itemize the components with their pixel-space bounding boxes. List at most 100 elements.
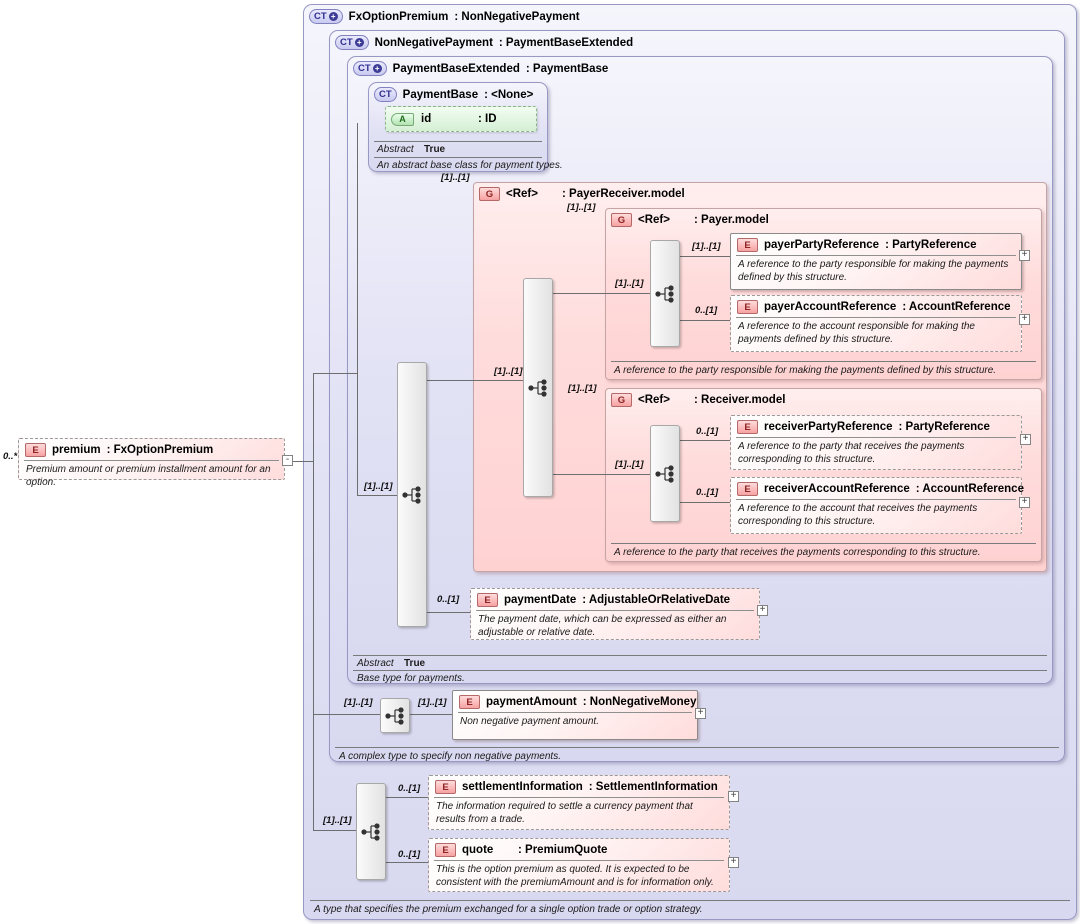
derived-icon: + (373, 64, 382, 73)
collapse-button[interactable]: - (282, 455, 293, 466)
expand-button[interactable]: + (757, 605, 768, 616)
footer-divider (353, 670, 1047, 671)
group-annotation: A reference to the party that receives t… (614, 547, 980, 558)
connector-line (551, 474, 650, 475)
element-name: quote (462, 844, 512, 856)
element-description: Premium amount or premium installment am… (26, 464, 277, 489)
connector-line (425, 380, 523, 381)
sequence-icon (655, 465, 675, 483)
sequence-indicator (380, 698, 410, 733)
type-name: PaymentBase (403, 89, 478, 101)
element-name: payerAccountReference (764, 301, 896, 313)
cardinality-label: [1]..[1] (692, 241, 721, 252)
sequence-icon (655, 285, 675, 303)
derived-icon: + (355, 38, 364, 47)
element-description: A reference to the account that receives… (738, 503, 1014, 528)
group-annotation: A reference to the party responsible for… (614, 365, 996, 376)
element-badge: E (477, 593, 498, 607)
cardinality-label: [1]..[1] (441, 172, 470, 183)
header-divider (434, 860, 724, 861)
footer-divider (611, 361, 1036, 362)
element-badge: E (737, 482, 758, 496)
cardinality-label: [1]..[1] (494, 366, 523, 377)
type-base: : PaymentBase (526, 63, 608, 75)
connector-line (678, 440, 730, 441)
header-divider (736, 499, 1016, 500)
complextype-badge: CT+ (335, 35, 369, 50)
element-description: Non negative payment amount. (460, 716, 690, 729)
header-divider (24, 460, 279, 461)
connector-line (384, 797, 428, 798)
element-type: : AccountReference (916, 483, 1024, 495)
element-description: This is the option premium as quoted. It… (436, 864, 722, 889)
group-badge: G (611, 213, 632, 227)
sequence-icon (361, 823, 381, 841)
expand-button[interactable]: + (1020, 434, 1031, 445)
element-premium: E premium : FxOptionPremium Premium amou… (18, 438, 285, 480)
connector-line (551, 293, 650, 294)
footer-divider (611, 543, 1036, 544)
element-name: premium (52, 444, 101, 456)
type-annotation: A complex type to specify non negative p… (339, 751, 561, 762)
cardinality-label: [1]..[1] (418, 697, 447, 708)
expand-button[interactable]: + (1019, 497, 1030, 508)
connector-line (678, 320, 730, 321)
expand-button[interactable]: + (1019, 250, 1030, 261)
element-type: : PartyReference (885, 239, 976, 251)
expand-button[interactable]: + (728, 857, 739, 868)
type-base: : PaymentBaseExtended (499, 37, 633, 49)
header-divider (434, 797, 724, 798)
connector-line (292, 461, 314, 462)
header-divider (458, 712, 692, 713)
header-divider (736, 437, 1016, 438)
element-description: The payment date, which can be expressed… (478, 614, 752, 639)
group-type: : PayerReceiver.model (562, 188, 685, 200)
connector-line (313, 373, 314, 830)
element-name: receiverPartyReference (764, 421, 893, 433)
connector-line (678, 256, 730, 257)
abstract-label: Abstract (357, 658, 394, 669)
element-name: paymentAmount (486, 696, 577, 708)
abstract-label: Abstract (377, 144, 414, 155)
cardinality-label: [1]..[1] (567, 202, 596, 213)
type-name: PaymentBaseExtended (393, 63, 520, 75)
sequence-indicator (650, 240, 680, 347)
element-type: : FxOptionPremium (107, 444, 214, 456)
cardinality-label: 0..[1] (695, 305, 717, 316)
connector-line (313, 714, 380, 715)
element-type: : SettlementInformation (589, 781, 718, 793)
expand-button[interactable]: + (1019, 314, 1030, 325)
element-badge: E (737, 300, 758, 314)
complextype-badge: CT (374, 87, 397, 102)
complextype-badge: CT+ (353, 61, 387, 76)
sequence-indicator (523, 278, 553, 497)
element-badge: E (459, 695, 480, 709)
element-description: A reference to the account responsible f… (738, 321, 1014, 346)
element-type: : NonNegativeMoney (583, 696, 697, 708)
connector-line (313, 830, 356, 831)
footer-divider (374, 141, 542, 142)
element-description: A reference to the party that receives t… (738, 441, 1014, 466)
sequence-indicator (650, 425, 680, 522)
cardinality-label: 0..[1] (437, 594, 459, 605)
element-badge: E (737, 420, 758, 434)
expand-button[interactable]: + (695, 708, 706, 719)
connector-line (678, 502, 730, 503)
group-name: <Ref> (506, 188, 556, 200)
connector-line (425, 612, 470, 613)
element-type: : AccountReference (902, 301, 1010, 313)
type-annotation: Base type for payments. (357, 673, 465, 684)
cardinality-label: 0..[1] (398, 783, 420, 794)
connector-line (408, 714, 452, 715)
expand-button[interactable]: + (728, 791, 739, 802)
cardinality-label: [1]..[1] (364, 481, 393, 492)
footer-divider (353, 655, 1047, 656)
element-badge: E (25, 443, 46, 457)
cardinality-label: [1]..[1] (568, 383, 597, 394)
group-name: <Ref> (638, 214, 688, 226)
attribute-name: id (421, 113, 471, 125)
connector-line (384, 862, 428, 863)
element-settlement-information: E settlementInformation : SettlementInfo… (428, 775, 730, 830)
element-name: paymentDate (504, 594, 576, 606)
element-name: receiverAccountReference (764, 483, 910, 495)
